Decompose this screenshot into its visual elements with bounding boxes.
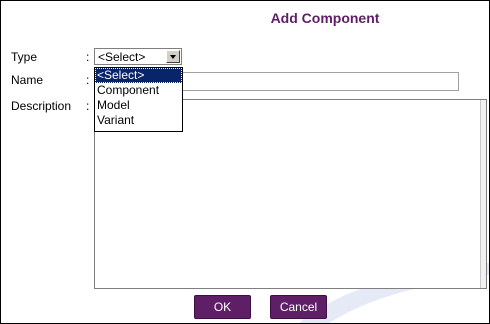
type-option-variant[interactable]: Variant (95, 113, 182, 128)
type-option-select[interactable]: <Select> (95, 68, 182, 83)
chevron-down-icon[interactable] (166, 50, 180, 63)
cancel-button[interactable]: Cancel (270, 295, 327, 319)
name-label: Name (11, 73, 44, 87)
type-colon: : (86, 50, 90, 64)
type-dropdown-list[interactable]: <Select> Component Model Variant (94, 67, 183, 132)
add-component-dialog: Add Component Type : <Select> Name : Des… (0, 0, 490, 324)
dialog-title: Add Component (270, 10, 380, 26)
type-select[interactable]: <Select> (94, 48, 182, 65)
type-option-model[interactable]: Model (95, 98, 182, 113)
name-colon: : (86, 73, 90, 87)
type-option-component[interactable]: Component (95, 83, 182, 98)
type-label: Type (11, 50, 38, 64)
type-select-value: <Select> (98, 50, 146, 64)
description-colon: : (86, 99, 90, 113)
description-label: Description (11, 99, 72, 113)
description-scrollbar[interactable] (480, 100, 486, 288)
ok-button[interactable]: OK (194, 295, 251, 319)
